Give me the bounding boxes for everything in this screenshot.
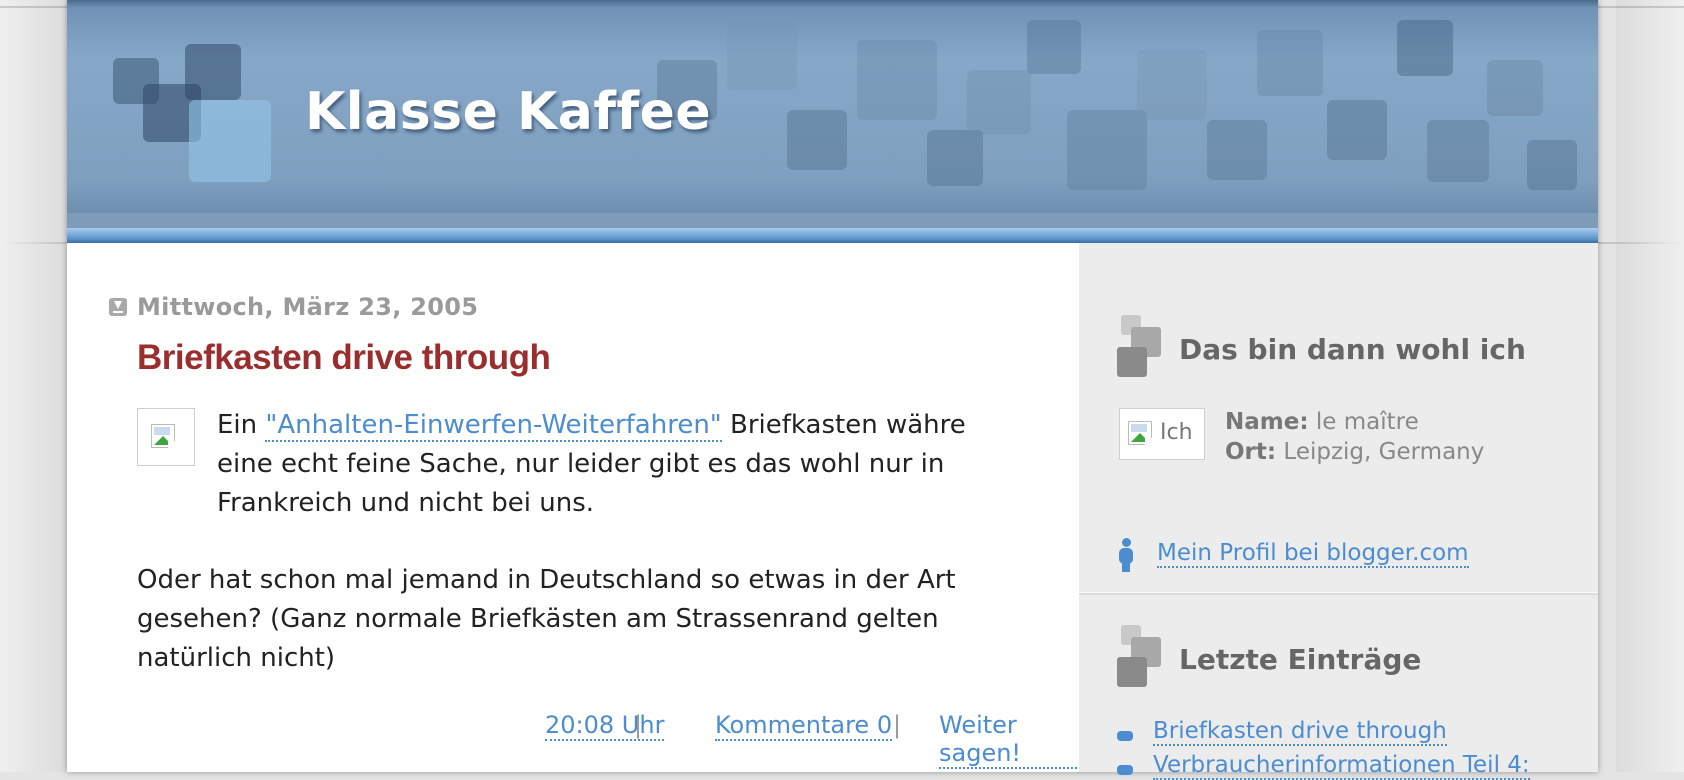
main-content: Mittwoch, März 23, 2005 Briefkasten driv… — [67, 243, 1097, 772]
about-widget-title: Das bin dann wohl ich — [1179, 333, 1526, 366]
profile-info: Name: le maître Ort: Leipzig, Germany — [1225, 407, 1484, 467]
header-decor-square — [1487, 60, 1543, 116]
sidebar: Das bin dann wohl ich Ich Name: le maîtr… — [1079, 243, 1598, 780]
blog-title[interactable]: Klasse Kaffee — [305, 82, 711, 142]
profile-link[interactable]: Mein Profil bei blogger.com — [1157, 540, 1469, 568]
header-band — [67, 213, 1598, 228]
header-decor-square — [1137, 50, 1207, 120]
list-bullet-icon — [1117, 731, 1133, 741]
list-bullet-icon — [1117, 765, 1133, 775]
page-background-left — [0, 0, 68, 772]
header-decor-square — [1257, 30, 1323, 96]
header-decor-square — [1427, 120, 1489, 182]
recent-post-link[interactable]: Verbraucherinformationen Teil 4: — [1153, 752, 1530, 780]
recent-post-link[interactable]: Briefkasten drive through — [1153, 718, 1447, 746]
name-label: Name: — [1225, 409, 1309, 435]
header-decor-square — [727, 20, 797, 90]
header-decor-square — [1397, 20, 1453, 76]
header-decor-square — [857, 40, 937, 120]
header-blue-stripe — [67, 228, 1598, 243]
share-link[interactable]: Weiter sagen! — [939, 711, 1097, 769]
page-background-right — [1616, 0, 1684, 772]
post-date: Mittwoch, März 23, 2005 — [137, 293, 479, 321]
person-icon — [1117, 538, 1135, 572]
location-value: Leipzig, Germany — [1283, 439, 1485, 465]
sidebar-divider — [1079, 592, 1598, 595]
broken-image-icon — [1128, 421, 1152, 445]
post-date-header: Mittwoch, März 23, 2005 — [109, 293, 478, 321]
profile-image-alt: Ich — [1160, 420, 1193, 445]
post-time-link[interactable]: 20:08 Uhr — [545, 711, 665, 741]
header-decor-square — [1027, 20, 1081, 74]
header-decor-square — [1327, 100, 1387, 160]
widget-squares-icon — [1117, 625, 1161, 687]
footer-separator: | — [893, 711, 902, 739]
header-decor-square — [1067, 110, 1147, 190]
header-decor-square — [1527, 140, 1577, 190]
blog-frame: Klasse Kaffee Mittwoch, März 23, 2005 Br… — [67, 0, 1598, 780]
recent-widget-title: Letzte Einträge — [1179, 643, 1422, 676]
name-value: le maître — [1315, 409, 1419, 435]
header-decor-square — [189, 100, 271, 182]
location-label: Ort: — [1225, 439, 1277, 465]
footer-separator: | — [634, 711, 643, 739]
post-paragraph-2: Oder hat schon mal jemand in Deutschland… — [137, 565, 956, 673]
comments-link[interactable]: Kommentare 0 — [715, 711, 893, 741]
header-decor-square — [787, 110, 847, 170]
date-arrow-icon — [109, 298, 127, 316]
header-decor-square — [1207, 120, 1267, 180]
profile-image[interactable]: Ich — [1119, 408, 1205, 460]
header-decor-square — [967, 70, 1031, 134]
post-title[interactable]: Briefkasten drive through — [137, 338, 551, 378]
post-text: Ein — [217, 410, 266, 440]
blog-header: Klasse Kaffee — [67, 0, 1598, 243]
widget-squares-icon — [1117, 315, 1161, 377]
header-decor-square — [927, 130, 983, 186]
post-paragraph-1: Ein "Anhalten-Einwerfen-Weiterfahren" Br… — [137, 406, 1027, 523]
post-link[interactable]: "Anhalten-Einwerfen-Weiterfahren" — [265, 410, 722, 442]
